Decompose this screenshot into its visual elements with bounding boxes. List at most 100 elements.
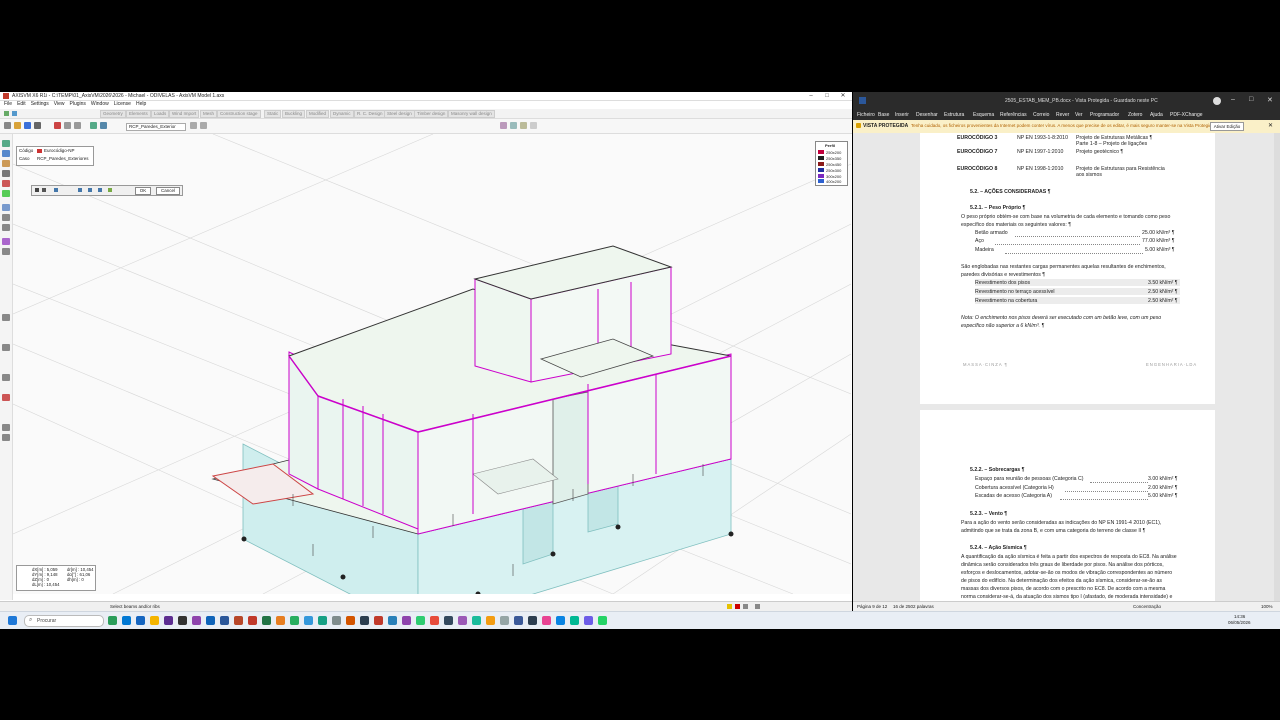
clock-date[interactable]: 06/05/2026 xyxy=(1228,620,1251,625)
select-poly-icon[interactable] xyxy=(78,188,82,192)
word-count[interactable]: 16 de 2502 palavras xyxy=(893,604,934,609)
save-icon[interactable] xyxy=(24,122,31,129)
app-icon-11[interactable] xyxy=(374,616,383,625)
tab-mesh[interactable]: Mesh xyxy=(200,110,218,118)
filter-select-icon[interactable] xyxy=(98,188,102,192)
focus-mode[interactable]: Concentração xyxy=(1133,604,1161,609)
close-bar-icon[interactable]: ✕ xyxy=(1268,122,1273,129)
new-icon[interactable] xyxy=(4,122,11,129)
filter-icon[interactable] xyxy=(2,314,10,321)
vertical-scrollbar[interactable] xyxy=(1274,133,1280,601)
outlook-icon[interactable] xyxy=(136,616,145,625)
grid-snap-icon[interactable] xyxy=(755,604,760,609)
axisvm-taskbar-icon[interactable] xyxy=(178,616,187,625)
code-value[interactable]: Eurocódigo-NP xyxy=(44,148,75,153)
word-taskbar-icon[interactable] xyxy=(220,616,229,625)
app-icon-20[interactable] xyxy=(500,616,509,625)
tab-correio[interactable]: Correio xyxy=(1033,112,1049,118)
undo-icon[interactable] xyxy=(4,111,9,116)
menu-window[interactable]: Window xyxy=(91,101,109,107)
load-case-select[interactable]: RCP_Paredes_Exterior xyxy=(126,123,186,131)
layers-icon[interactable] xyxy=(520,122,527,129)
menu-edit[interactable]: Edit xyxy=(17,101,26,107)
avatar[interactable] xyxy=(1213,97,1221,105)
explorer-icon[interactable] xyxy=(150,616,159,625)
document-area[interactable]: EUROCÓDIGO 3 NP EN 1993-1-8:2010 Projeto… xyxy=(853,133,1280,601)
tab-ajuda[interactable]: Ajuda xyxy=(1150,112,1163,118)
rotate-icon[interactable] xyxy=(2,160,10,167)
pan-icon[interactable] xyxy=(2,150,10,157)
invert-icon[interactable] xyxy=(108,188,112,192)
node-icon[interactable] xyxy=(2,180,10,187)
app-icon-3[interactable] xyxy=(248,616,257,625)
tab-rc-design[interactable]: R. C. Design xyxy=(354,110,386,118)
app-icon-18[interactable] xyxy=(472,616,481,625)
report-icon[interactable] xyxy=(100,122,107,129)
excel-icon[interactable] xyxy=(262,616,271,625)
perspective-icon[interactable] xyxy=(2,238,10,245)
symbols-icon[interactable] xyxy=(2,374,10,381)
tab-programador[interactable]: Programador xyxy=(1090,112,1119,118)
powerpoint-icon[interactable] xyxy=(234,616,243,625)
tab-ver[interactable]: Ver xyxy=(1075,112,1083,118)
tab-steel-design[interactable]: Steel design xyxy=(384,110,415,118)
tab-construction-stage[interactable]: Construction stage xyxy=(217,110,261,118)
close-button[interactable]: ✕ xyxy=(835,92,851,100)
workplane-icon[interactable] xyxy=(2,224,10,231)
menu-help[interactable]: Help xyxy=(136,101,146,107)
select-window-icon[interactable] xyxy=(54,188,58,192)
snap-icon[interactable] xyxy=(727,604,732,609)
minimize-button[interactable]: – xyxy=(803,92,819,100)
app-icon-16[interactable] xyxy=(444,616,453,625)
tab-loads[interactable]: Loads xyxy=(151,110,170,118)
surface-icon[interactable] xyxy=(2,204,10,211)
vscode-icon[interactable] xyxy=(206,616,215,625)
app-icon-23[interactable] xyxy=(542,616,551,625)
parts-icon[interactable] xyxy=(2,344,10,351)
tab-desenhar[interactable]: Desenhar xyxy=(916,112,938,118)
select-line-icon[interactable] xyxy=(88,188,92,192)
print-icon[interactable] xyxy=(34,122,41,129)
tab-buckling[interactable]: Buckling xyxy=(282,110,306,118)
app-icon-25[interactable] xyxy=(570,616,579,625)
render-icon[interactable] xyxy=(2,248,10,255)
menu-plugins[interactable]: Plugins xyxy=(70,101,86,107)
model-viewport[interactable] xyxy=(13,134,851,594)
app-icon-21[interactable] xyxy=(514,616,523,625)
protected-view-message[interactable]: Tenha cuidado, os ficheiros provenientes… xyxy=(911,123,1215,128)
undo-toolbar-icon[interactable] xyxy=(64,122,71,129)
redo-icon[interactable] xyxy=(12,111,17,116)
open-icon[interactable] xyxy=(14,122,21,129)
view-icon[interactable] xyxy=(530,122,537,129)
grid-icon[interactable] xyxy=(510,122,517,129)
app-icon-24[interactable] xyxy=(556,616,565,625)
ortho-icon[interactable] xyxy=(735,604,740,609)
app-icon-5[interactable] xyxy=(290,616,299,625)
app-icon-7[interactable] xyxy=(318,616,327,625)
search-box[interactable]: ⌕ Procurar xyxy=(24,615,104,627)
whatsapp-icon[interactable] xyxy=(598,616,607,625)
app-icon-19[interactable] xyxy=(486,616,495,625)
measure-icon[interactable] xyxy=(2,214,10,221)
enable-editing-button[interactable]: Ativar Edição xyxy=(1210,122,1244,131)
select-all-icon[interactable] xyxy=(35,188,39,192)
tab-geometry[interactable]: Geometry xyxy=(100,110,126,118)
tab-inserir[interactable]: Inserir xyxy=(895,112,909,118)
prev-case-icon[interactable] xyxy=(190,122,197,129)
delete-icon[interactable] xyxy=(54,122,61,129)
tab-referencias[interactable]: Referências xyxy=(1000,112,1027,118)
app-icon-15[interactable] xyxy=(430,616,439,625)
tab-esquema[interactable]: Esquema xyxy=(973,112,994,118)
case-value[interactable]: RCP_Paredes_Exteriores xyxy=(37,156,89,161)
close-icon[interactable]: ✕ xyxy=(1267,96,1273,104)
select-point-icon[interactable] xyxy=(42,188,46,192)
menu-file[interactable]: File xyxy=(4,101,12,107)
minimize-icon[interactable]: – xyxy=(1231,96,1235,103)
tab-timber-design[interactable]: Timber design xyxy=(414,110,449,118)
tab-dynamic[interactable]: Dynamic xyxy=(330,110,354,118)
app-icon-4[interactable] xyxy=(276,616,285,625)
tab-zotero[interactable]: Zotero xyxy=(1128,112,1142,118)
menu-license[interactable]: License xyxy=(114,101,131,107)
clock-time[interactable]: 14:36 xyxy=(1234,614,1245,619)
edge-icon[interactable] xyxy=(122,616,131,625)
